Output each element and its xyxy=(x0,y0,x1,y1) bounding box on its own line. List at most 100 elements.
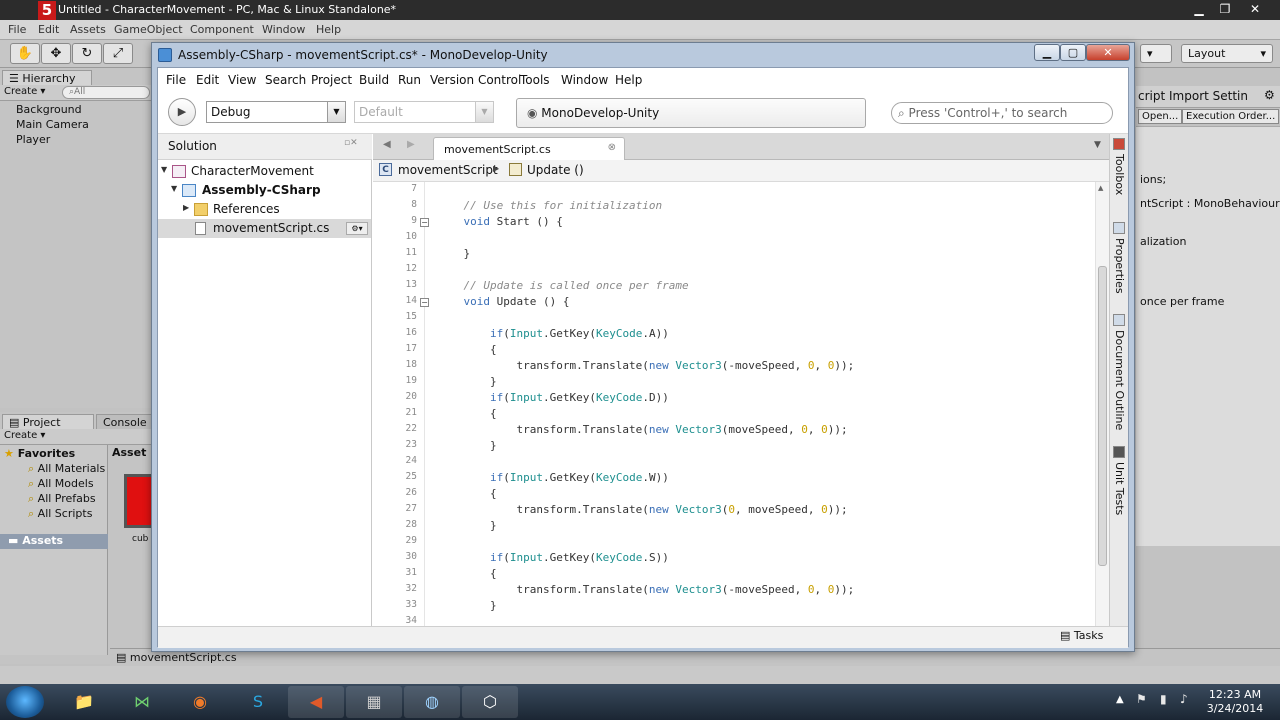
unity-menu-edit[interactable]: Edit xyxy=(38,23,59,36)
menu-run[interactable]: Run xyxy=(398,73,421,87)
taskmgr-icon[interactable]: ▦ xyxy=(346,686,402,718)
menu-view[interactable]: View xyxy=(228,73,256,87)
unity-menu-assets[interactable]: Assets xyxy=(70,23,106,36)
volume-icon[interactable]: ♪ xyxy=(1180,692,1188,706)
maximize-icon[interactable]: ▢ xyxy=(1060,44,1086,61)
tree-item-solution[interactable]: ▼ CharacterMovement xyxy=(158,162,371,181)
favorite-all-prefabs[interactable]: ⌕ All Prefabs xyxy=(28,492,96,506)
code-line[interactable]: } xyxy=(437,519,497,532)
pad-properties[interactable]: Properties xyxy=(1113,238,1126,294)
firefox-icon[interactable]: ◉ xyxy=(172,686,228,718)
menu-edit[interactable]: Edit xyxy=(196,73,219,87)
unity-menu-gameobject[interactable]: GameObject xyxy=(114,23,183,36)
close-icon[interactable]: ✕ xyxy=(1242,1,1268,17)
tree-item-references[interactable]: ▶ References xyxy=(158,200,371,219)
tab-forward-icon[interactable]: ▶ xyxy=(407,139,415,150)
menu-file[interactable]: File xyxy=(166,73,186,87)
pad-toolbox[interactable]: Toolbox xyxy=(1113,154,1126,195)
menu-search[interactable]: Search xyxy=(265,73,306,87)
code-line[interactable]: transform.Translate(new Vector3(-moveSpe… xyxy=(437,359,854,372)
hierarchy-item-player[interactable]: Player xyxy=(16,133,50,146)
code-line[interactable]: if(Input.GetKey(KeyCode.S)) xyxy=(437,551,669,564)
code-line[interactable]: transform.Translate(new Vector3(0, moveS… xyxy=(437,503,847,516)
layout-dropdown[interactable]: Layout ▾ xyxy=(1181,44,1273,63)
code-line[interactable]: } xyxy=(437,375,497,388)
code-line[interactable]: { xyxy=(437,407,497,420)
code-line[interactable]: } xyxy=(437,439,497,452)
red-cube-thumbnail[interactable] xyxy=(124,474,154,528)
unity-menu-file[interactable]: File xyxy=(8,23,26,36)
menu-window[interactable]: Window xyxy=(561,73,608,87)
code-line[interactable]: if(Input.GetKey(KeyCode.W)) xyxy=(437,471,669,484)
code-line[interactable]: // Update is called once per frame xyxy=(437,279,688,292)
inspector-execution-order-button[interactable]: Execution Order... xyxy=(1182,109,1280,124)
visual-studio-icon[interactable]: ⋈ xyxy=(114,686,170,718)
assets-folder-item[interactable]: ▬ Assets xyxy=(0,534,108,549)
project-tab[interactable]: ▤ Project xyxy=(2,414,94,430)
fold-toggle-icon[interactable]: − xyxy=(420,218,429,227)
hierarchy-item-main-camera[interactable]: Main Camera xyxy=(16,118,89,131)
menu-build[interactable]: Build xyxy=(359,73,389,87)
pad-document-outline[interactable]: Document Outline xyxy=(1113,330,1126,430)
taskbar-clock[interactable]: 12:23 AM 3/24/2014 xyxy=(1200,688,1270,716)
menu-version-control[interactable]: Version Control xyxy=(430,73,521,87)
start-button[interactable] xyxy=(6,686,44,718)
tray-expand-icon[interactable]: ▲ xyxy=(1116,694,1124,705)
unity-menu-help[interactable]: Help xyxy=(316,23,341,36)
code-line[interactable]: if(Input.GetKey(KeyCode.A)) xyxy=(437,327,669,340)
scroll-up-icon[interactable]: ▲ xyxy=(1098,184,1103,192)
monodevelop-icon[interactable]: ◍ xyxy=(404,686,460,718)
menu-tools[interactable]: Tools xyxy=(520,73,550,87)
skype-icon[interactable]: S xyxy=(230,686,286,718)
pad-unit-tests[interactable]: Unit Tests xyxy=(1113,462,1126,515)
path-class[interactable]: movementScript xyxy=(398,163,498,177)
hand-tool-icon[interactable]: ✋ xyxy=(10,43,40,64)
explorer-icon[interactable]: 📁 xyxy=(56,686,112,718)
favorite-all-models[interactable]: ⌕ All Models xyxy=(28,477,94,491)
gear-icon[interactable]: ⚙ xyxy=(1264,88,1275,102)
code-line[interactable]: transform.Translate(new Vector3(-moveSpe… xyxy=(437,583,854,596)
code-line[interactable]: } xyxy=(437,247,470,260)
tasks-button[interactable]: ▤ Tasks xyxy=(1060,629,1103,642)
unity-menu-window[interactable]: Window xyxy=(262,23,305,36)
tree-item-file[interactable]: movementScript.cs ⚙▾ xyxy=(158,219,371,238)
expand-arrow-icon[interactable]: ▼ xyxy=(161,165,167,174)
audio-icon[interactable]: ◀ xyxy=(288,686,344,718)
hierarchy-item-background[interactable]: Background xyxy=(16,103,82,116)
code-line[interactable]: void Start () { xyxy=(437,215,562,228)
expand-arrow-icon[interactable]: ▼ xyxy=(171,184,177,193)
configuration-select[interactable]: Debug ▼ xyxy=(206,101,346,123)
code-line[interactable]: { xyxy=(437,343,497,356)
code-line[interactable]: } xyxy=(437,599,497,612)
rotate-tool-icon[interactable]: ↻ xyxy=(72,43,102,64)
code-editor[interactable]: 78 // Use this for initialization 9− void… xyxy=(373,182,1095,648)
editor-vertical-scrollbar[interactable]: ▲ ▼ xyxy=(1095,182,1109,648)
favorite-all-materials[interactable]: ⌕ All Materials xyxy=(28,462,105,476)
code-line[interactable]: void Update () { xyxy=(437,295,569,308)
path-method[interactable]: Update () xyxy=(527,163,584,177)
tab-list-icon[interactable]: ▼ xyxy=(1094,140,1101,150)
code-line[interactable]: { xyxy=(437,567,497,580)
pad-options-icon[interactable]: ▫✕ xyxy=(344,138,358,148)
code-line[interactable]: transform.Translate(new Vector3(moveSpee… xyxy=(437,423,847,436)
tab-back-icon[interactable]: ◀ xyxy=(383,139,391,150)
code-line[interactable]: // Use this for initialization xyxy=(437,199,662,212)
minimize-icon[interactable]: ▁ xyxy=(1186,1,1212,17)
layers-dropdown[interactable]: ▾ xyxy=(1140,44,1172,63)
inspector-open-button[interactable]: Open... xyxy=(1138,109,1183,124)
restore-icon[interactable]: ❐ xyxy=(1212,1,1238,17)
tree-item-project[interactable]: ▼ Assembly-CSharp xyxy=(158,181,371,200)
collapse-arrow-icon[interactable]: ▶ xyxy=(183,203,189,212)
menu-help[interactable]: Help xyxy=(615,73,642,87)
minimize-icon[interactable]: ▁ xyxy=(1034,44,1060,61)
scale-tool-icon[interactable]: ⤢ xyxy=(103,43,133,64)
project-create-button[interactable]: Create ▾ xyxy=(4,430,45,441)
favorites-item[interactable]: ★ Favorites xyxy=(4,447,75,460)
signal-icon[interactable]: ▮ xyxy=(1160,692,1167,706)
hierarchy-search-input[interactable]: ⌕All xyxy=(62,86,150,99)
global-search-input[interactable]: ⌕ Press 'Control+,' to search xyxy=(891,102,1113,124)
fold-toggle-icon[interactable]: − xyxy=(420,298,429,307)
move-tool-icon[interactable]: ✥ xyxy=(41,43,71,64)
code-line[interactable]: { xyxy=(437,487,497,500)
run-play-icon[interactable]: ▶ xyxy=(168,98,196,126)
